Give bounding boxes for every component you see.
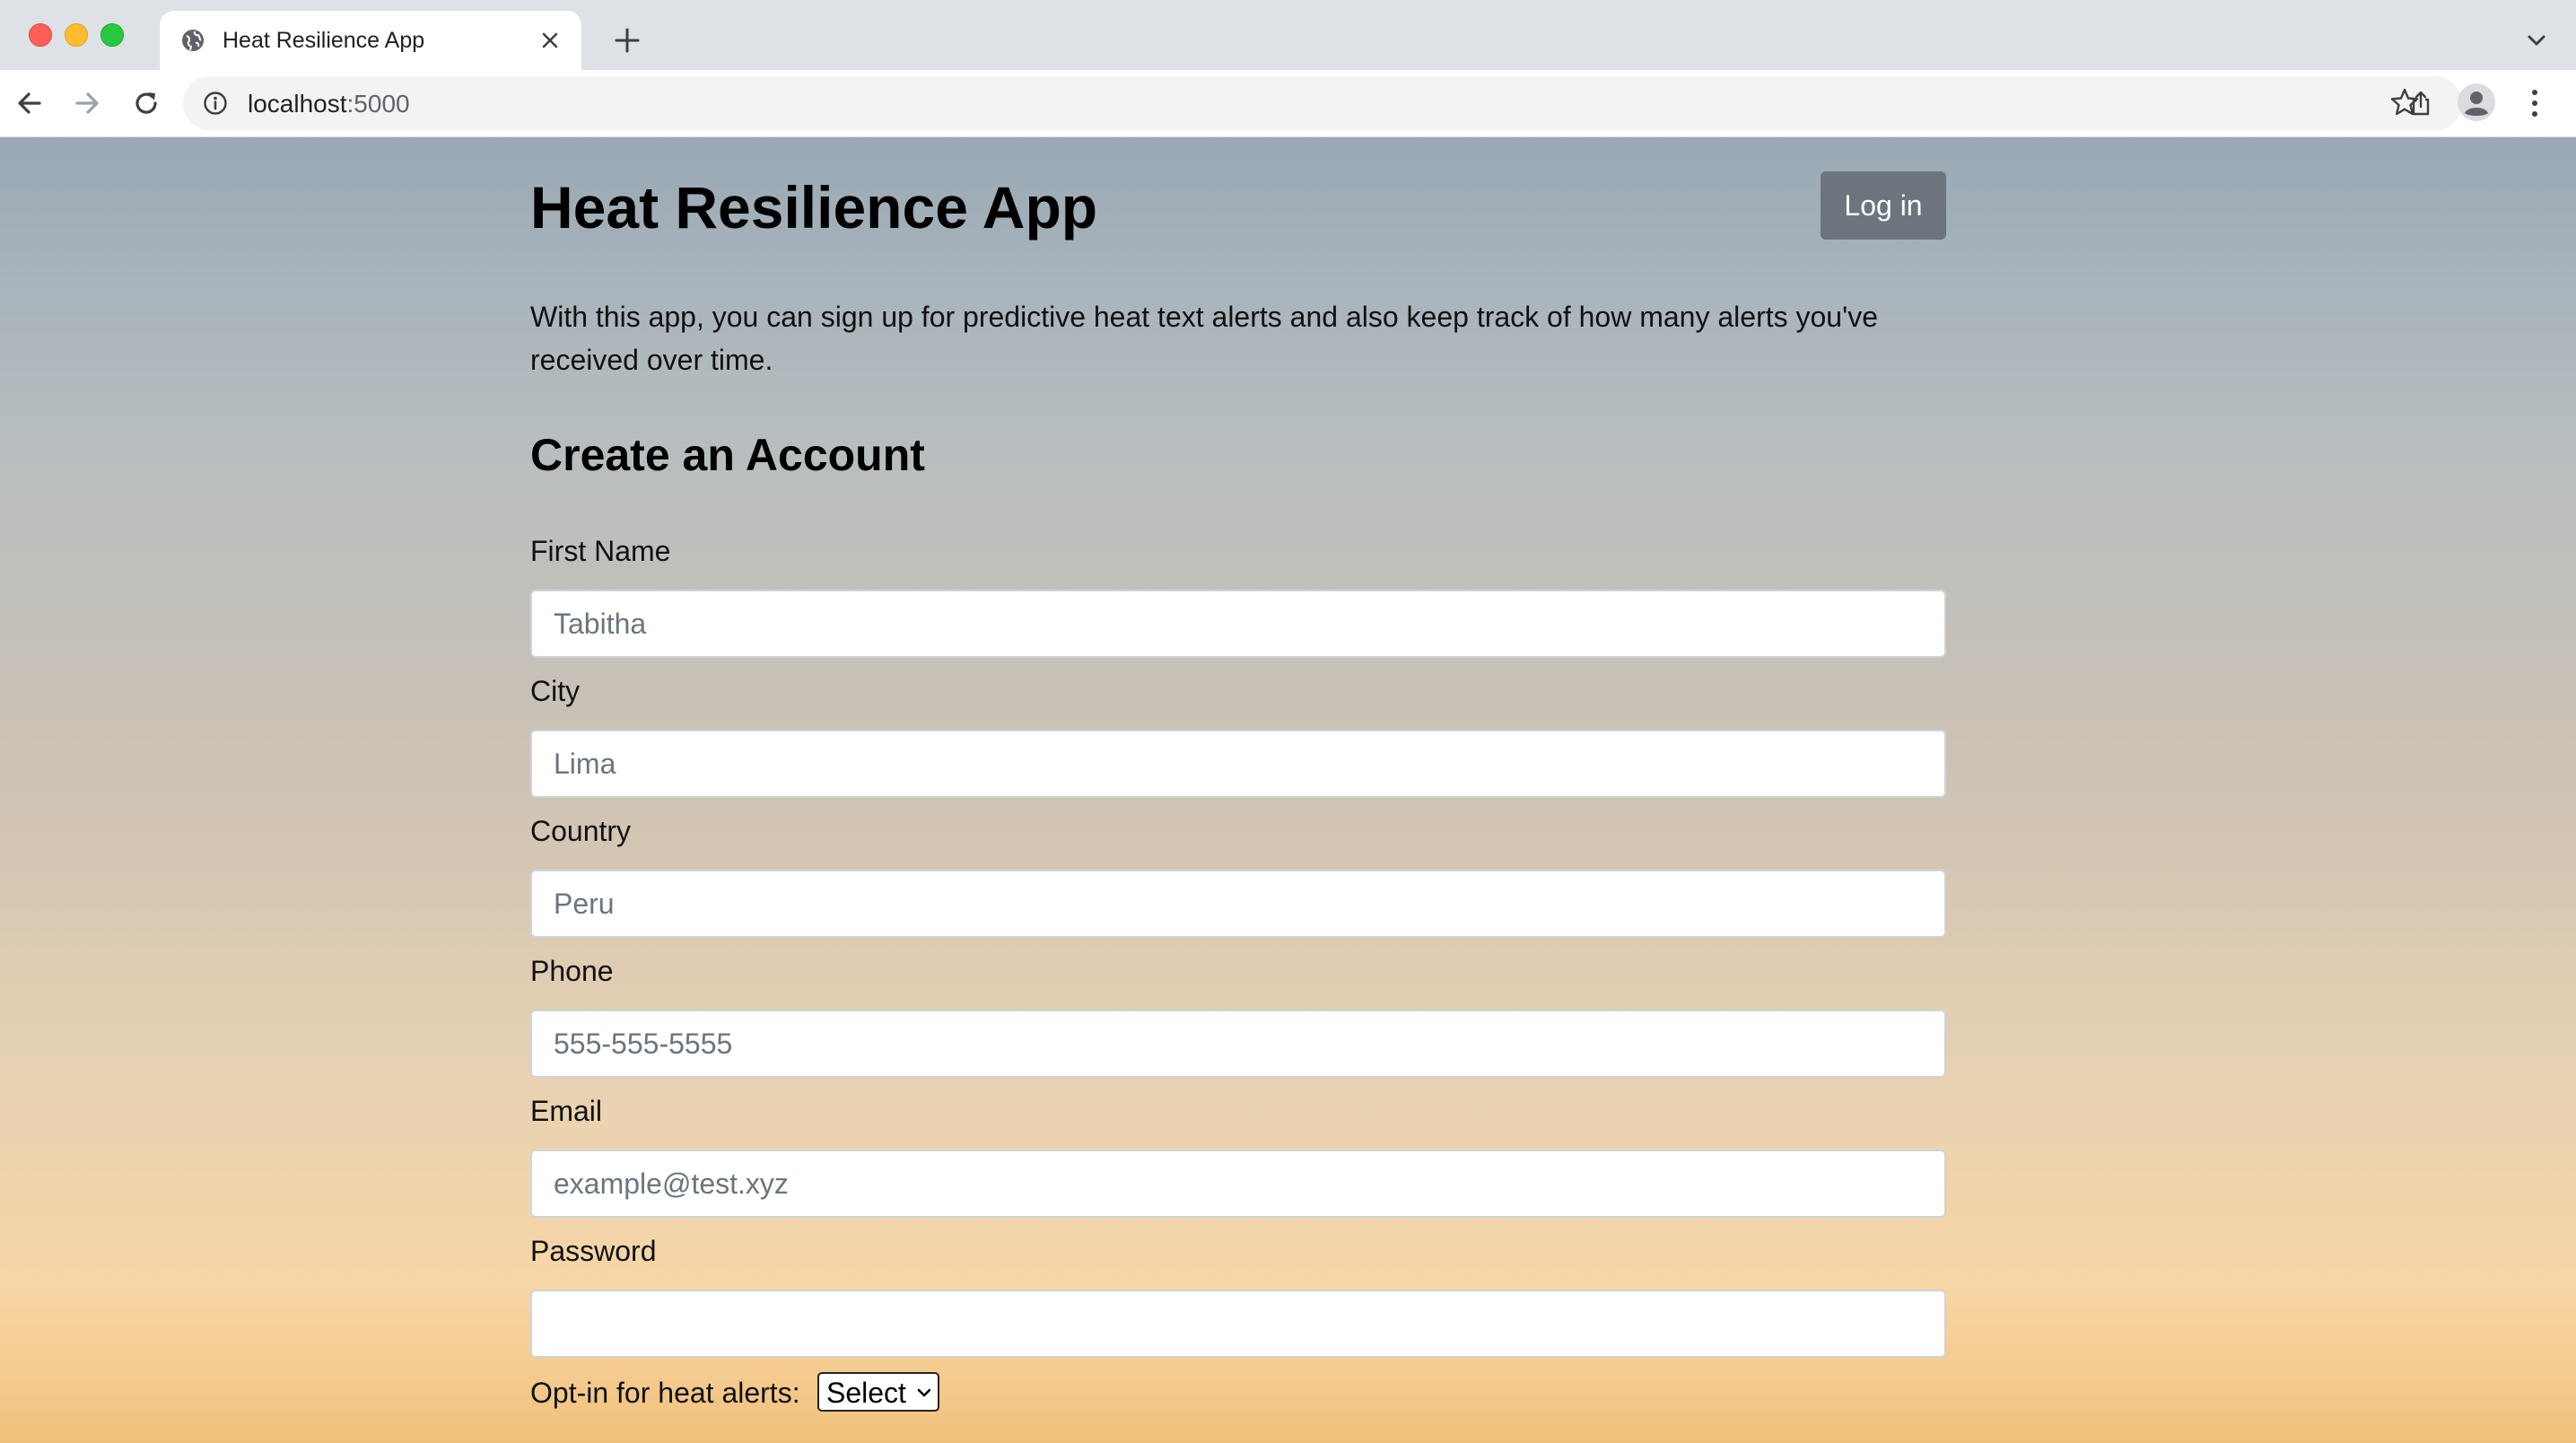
- intro-text: With this app, you can sign up for predi…: [530, 301, 1878, 376]
- url-port: :5000: [346, 90, 410, 118]
- country-input[interactable]: [530, 870, 1946, 938]
- city-label: City: [530, 675, 581, 707]
- optin-select-value: Select: [826, 1377, 906, 1409]
- profile-icon[interactable]: [2457, 83, 2496, 122]
- phone-label: Phone: [530, 955, 614, 987]
- browser-toolbar: localhost:5000: [0, 70, 2576, 137]
- star-icon[interactable]: [2388, 86, 2421, 118]
- login-button[interactable]: Log in: [1821, 171, 1946, 240]
- page-container: Heat Resilience App Log in With this app…: [530, 137, 1946, 1443]
- first-name-label: First Name: [530, 535, 671, 567]
- page-viewport: Heat Resilience App Log in With this app…: [0, 137, 2576, 1443]
- phone-input[interactable]: [530, 1010, 1946, 1078]
- info-icon[interactable]: [203, 91, 228, 116]
- tab-title: Heat Resilience App: [223, 28, 425, 53]
- chevron-down-icon[interactable]: [2523, 27, 2550, 54]
- globe-icon: [182, 30, 204, 51]
- city-input[interactable]: [530, 730, 1946, 798]
- kebab-menu-icon[interactable]: [2521, 86, 2548, 120]
- password-label: Password: [530, 1235, 657, 1267]
- browser-tabstrip: Heat Resilience App: [0, 0, 2576, 70]
- window-close-button[interactable]: [29, 23, 52, 47]
- reload-icon[interactable]: [129, 86, 163, 120]
- page-title: Heat Resilience App: [530, 174, 1098, 240]
- country-label: Country: [530, 815, 632, 847]
- password-input[interactable]: [530, 1290, 1946, 1358]
- close-icon[interactable]: [537, 27, 563, 54]
- email-input[interactable]: [530, 1150, 1946, 1218]
- form-title: Create an Account: [530, 430, 925, 480]
- forward-arrow-icon[interactable]: [70, 86, 104, 120]
- first-name-input[interactable]: [530, 590, 1946, 658]
- url-text: localhost:5000: [248, 90, 410, 118]
- optin-select[interactable]: Select: [817, 1372, 939, 1412]
- window-zoom-button[interactable]: [100, 23, 124, 47]
- window-minimize-button[interactable]: [65, 23, 88, 47]
- back-arrow-icon[interactable]: [13, 86, 47, 120]
- plus-icon[interactable]: [612, 25, 642, 56]
- chevron-down-icon: [917, 1388, 931, 1397]
- optin-label: Opt-in for heat alerts:: [530, 1377, 800, 1409]
- url-host: localhost: [248, 90, 347, 118]
- address-bar[interactable]: localhost:5000: [183, 76, 2462, 130]
- browser-tab-active[interactable]: Heat Resilience App: [160, 11, 581, 70]
- email-label: Email: [530, 1095, 603, 1127]
